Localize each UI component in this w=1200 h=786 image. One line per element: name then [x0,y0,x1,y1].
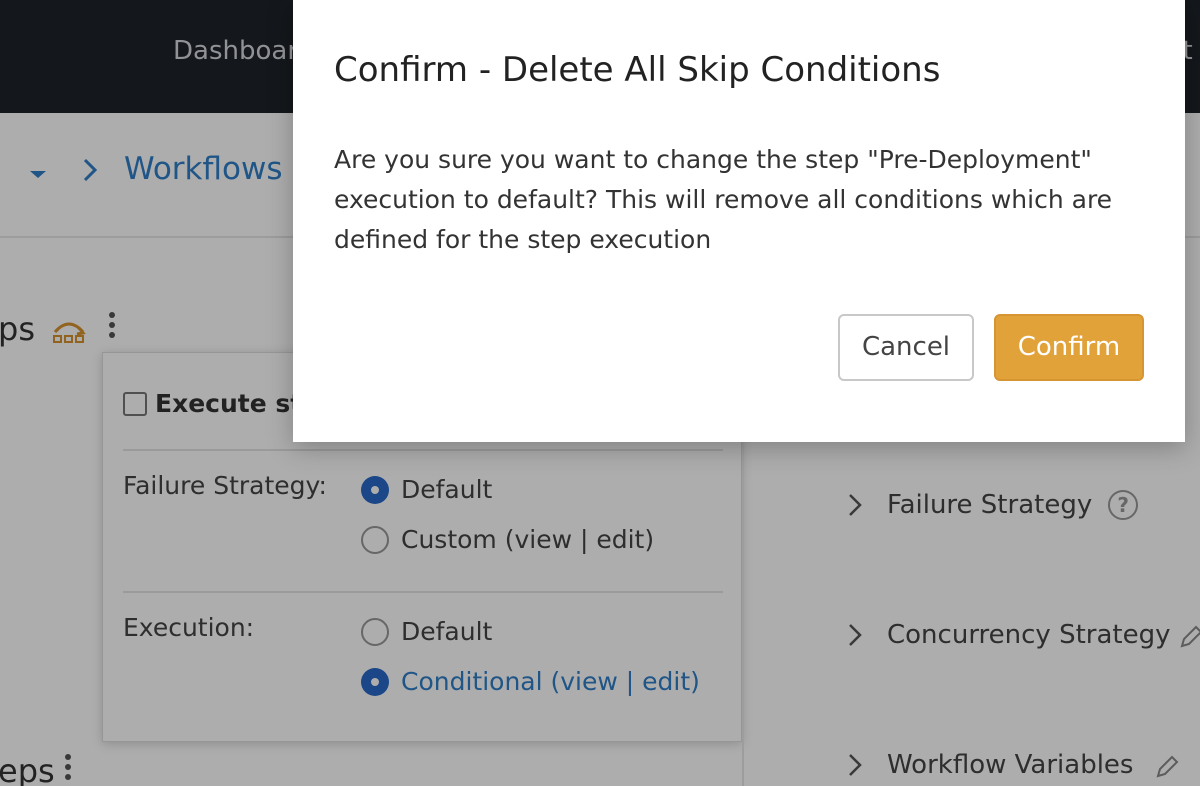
confirm-button[interactable]: Confirm [994,314,1144,381]
dialog-title: Confirm - Delete All Skip Conditions [334,50,941,90]
dialog-message: Are you sure you want to change the step… [334,145,1113,254]
cancel-button[interactable]: Cancel [838,314,974,381]
confirm-dialog: Confirm - Delete All Skip Conditions Are… [293,0,1185,442]
